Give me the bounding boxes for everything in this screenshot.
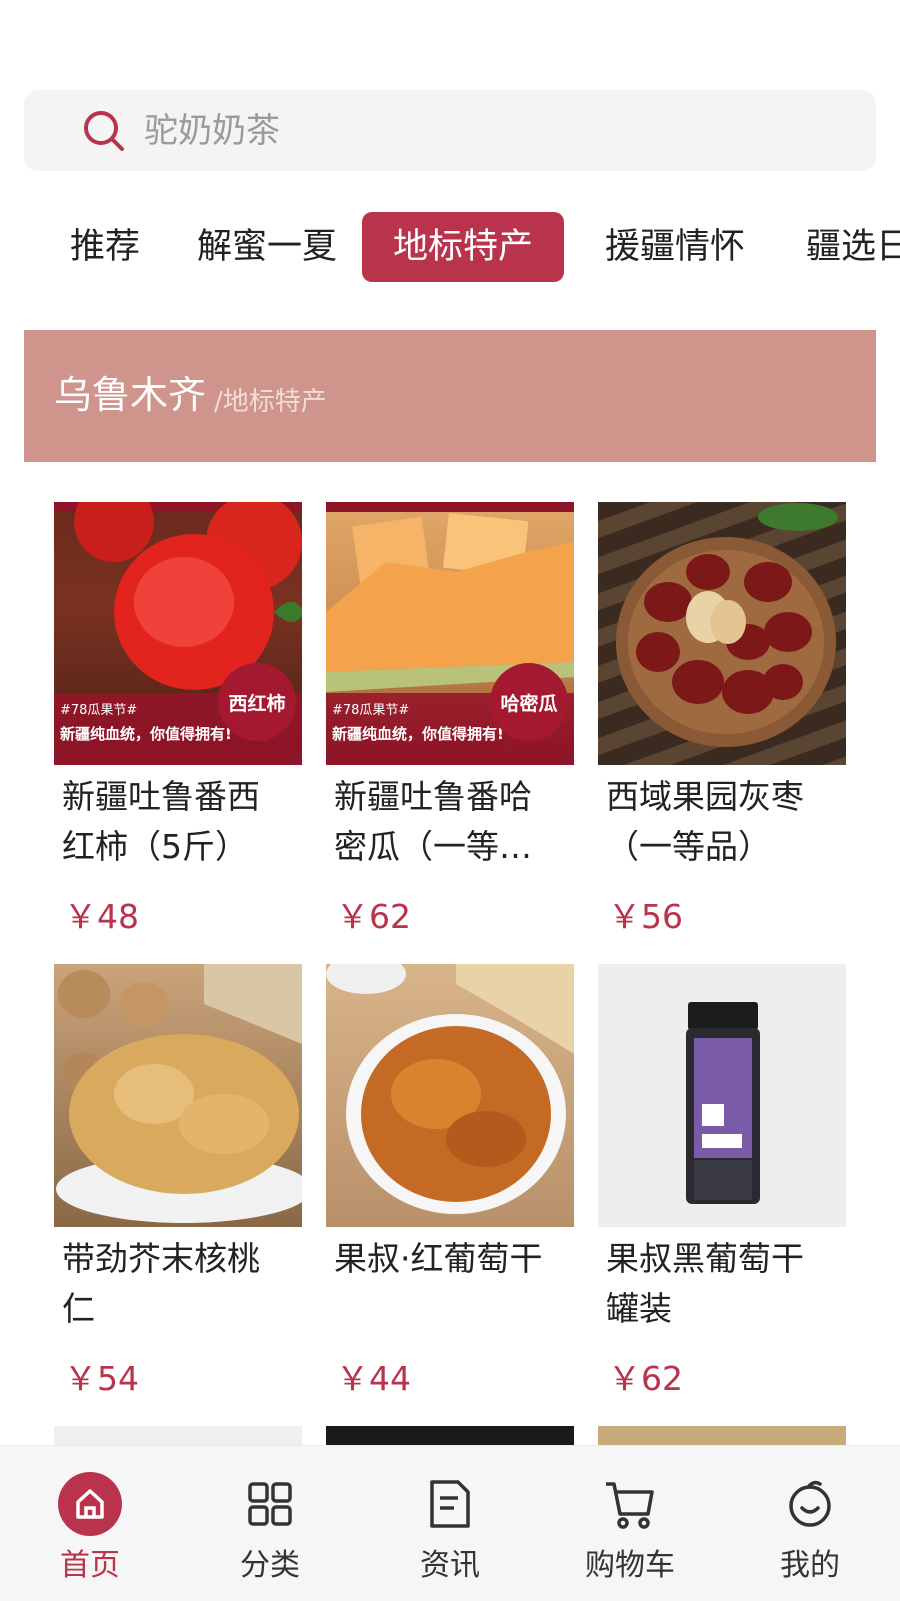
product-title: 西域果园灰枣（一等品） [606,777,804,866]
product-card[interactable]: 果叔·红葡萄干 ￥44 [326,964,574,1398]
nav-profile-label: 我的 [780,1548,840,1583]
tab-xinjiang-select[interactable]: 疆选日 [806,212,900,282]
tab-recommend[interactable]: 推荐 [70,212,140,282]
promo-text: 新疆纯血统，你值得拥有! [60,725,232,743]
nav-home[interactable]: 首页 [0,1446,180,1601]
category-tabs: 推荐 解蜜一夏 地标特产 援疆情怀 疆选日 [0,212,900,286]
product-card[interactable]: 带劲芥末核桃仁 ￥54 [54,964,302,1398]
product-card[interactable]: #78瓜果节# 新疆纯血统，你值得拥有! 西红柿 新疆吐鲁番西红柿（5斤） ￥4… [54,502,302,936]
banner-title: 乌鲁木齐 [54,373,207,417]
product-image [598,502,846,765]
product-image [54,964,302,1227]
product-card[interactable]: #78瓜果节# 新疆纯血统，你值得拥有! 哈密瓜 新疆吐鲁番哈密瓜（一等… ￥6… [326,502,574,936]
product-price: ￥44 [336,1359,411,1398]
product-price: ￥54 [64,1359,139,1398]
search-bar[interactable]: 驼奶奶茶 [24,90,876,171]
banner-subtitle: /地标特产 [214,387,327,417]
product-card-peek [326,1426,574,1446]
promo-tag: #78瓜果节# [60,703,138,718]
news-icon [430,1480,470,1528]
product-image [326,964,574,1227]
tab-xinjiang-aid[interactable]: 援疆情怀 [604,212,746,282]
nav-cart[interactable]: 购物车 [540,1446,720,1601]
promo-text: 新疆纯血统，你值得拥有! [332,725,504,743]
product-card-peek [598,1426,846,1446]
product-price: ￥48 [64,897,139,936]
nav-news-label: 资讯 [420,1548,480,1583]
product-badge: 西红柿 [218,663,296,741]
nav-home-label: 首页 [60,1548,120,1583]
nav-profile[interactable]: 我的 [720,1446,900,1601]
product-title: 果叔·红葡萄干 [334,1239,543,1278]
nav-category[interactable]: 分类 [180,1446,360,1601]
product-card[interactable]: 果叔黑葡萄干罐装 ￥62 [598,964,846,1398]
product-card-peek [54,1426,302,1446]
home-icon [58,1472,122,1536]
product-price: ￥56 [608,897,683,936]
nav-category-label: 分类 [240,1548,300,1583]
bottom-nav: 首页 分类 资讯 购物车 我的 [0,1445,900,1601]
product-title: 带劲芥末核桃仁 [62,1239,260,1328]
product-card[interactable]: 西域果园灰枣（一等品） ￥56 [598,502,846,936]
promo-tag: #78瓜果节# [332,703,410,718]
product-price: ￥62 [336,897,411,936]
region-banner: 乌鲁木齐 /地标特产 [24,330,876,462]
search-placeholder: 驼奶奶茶 [144,111,280,151]
cart-icon [606,1482,654,1529]
product-badge: 哈密瓜 [490,663,568,741]
product-image: #78瓜果节# 新疆纯血统，你值得拥有! 哈密瓜 [326,502,574,765]
product-title: 新疆吐鲁番哈密瓜（一等… [334,777,532,866]
product-price: ￥62 [608,1359,683,1398]
nav-news[interactable]: 资讯 [360,1446,540,1601]
tab-summer[interactable]: 解蜜一夏 [196,212,338,282]
nav-cart-label: 购物车 [585,1548,675,1583]
product-image [598,964,846,1227]
search-icon [84,111,124,151]
product-image: #78瓜果节# 新疆纯血统，你值得拥有! 西红柿 [54,502,302,765]
product-title: 新疆吐鲁番西红柿（5斤） [62,777,260,866]
product-title: 果叔黑葡萄干罐装 [606,1239,804,1328]
profile-icon [789,1480,831,1527]
grid-icon [248,1482,292,1526]
tab-local-specialty[interactable]: 地标特产 [362,212,564,282]
